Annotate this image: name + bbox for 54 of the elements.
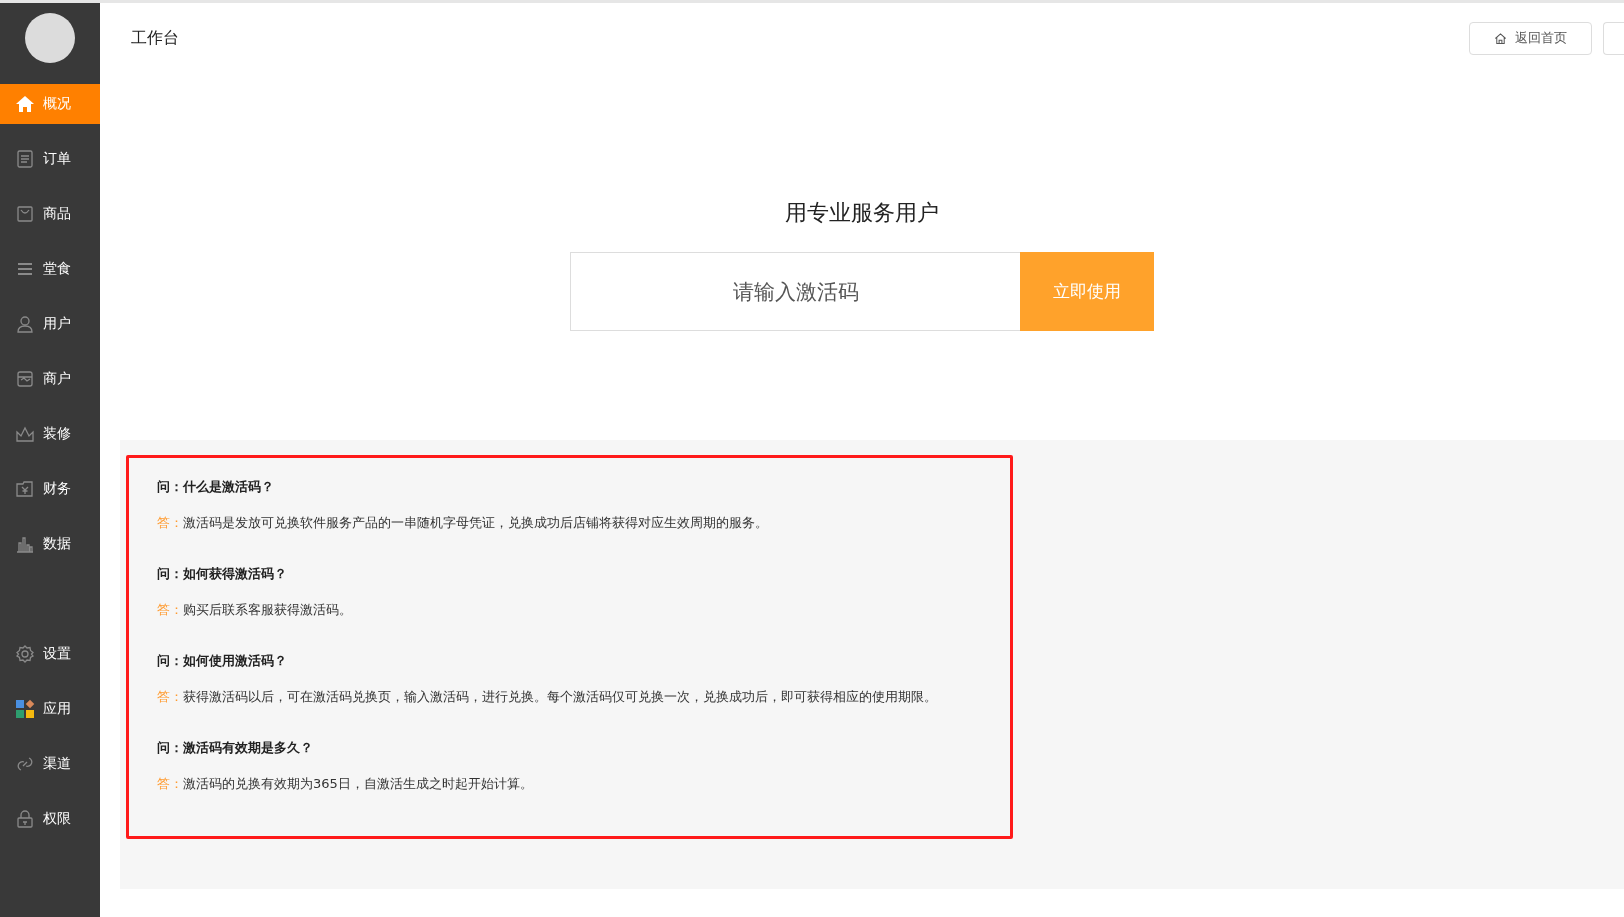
nav-item[interactable]: 财务	[0, 469, 100, 509]
nav-label: 堂食	[43, 260, 71, 278]
bag-icon	[15, 204, 35, 224]
header-button[interactable]	[1603, 21, 1624, 55]
nav-label: 设置	[43, 645, 71, 663]
home-icon	[15, 94, 35, 114]
nav-item[interactable]: 商户	[0, 359, 100, 399]
wallet-icon	[15, 479, 35, 499]
person-icon	[15, 314, 35, 334]
faq-question: 问：什么是激活码？	[157, 478, 275, 496]
faq-question: 问：如何使用激活码？	[157, 652, 288, 670]
nav-label: 用户	[43, 315, 71, 333]
home-icon	[1494, 31, 1507, 45]
document-icon	[15, 149, 35, 169]
faq-answer: 获得激活码以后，可在激活码兑换页，输入激活码，进行兑换。每个激活码仅可兑换一次，兑换成功后，即可获得相应的使用期限。	[183, 688, 937, 706]
nav-label: 财务	[43, 480, 71, 498]
nav-item[interactable]: 用户	[0, 304, 100, 344]
lock-icon	[15, 809, 35, 829]
avatar-placeholder	[25, 13, 75, 63]
faq-answer: 购买后联系客服获得激活码。	[183, 601, 352, 619]
nav-item[interactable]: 订单	[0, 139, 100, 179]
faq-question: 问：激活码有效期是多久？	[157, 739, 314, 757]
nav-item[interactable]: 装修	[0, 414, 100, 454]
nav-label: 商户	[43, 370, 71, 388]
apps-icon	[15, 699, 35, 719]
faq-question: 问：如何获得激活码？	[157, 565, 288, 583]
nav-label: 概况	[43, 95, 71, 113]
home-button[interactable]: 返回首页	[1469, 21, 1592, 55]
bar-chart-icon	[15, 534, 35, 554]
nav-label: 权限	[43, 810, 71, 828]
nav-item[interactable]: 数据	[0, 524, 100, 564]
faq-answer: 激活码的兑换有效期为365日，自激活生成之时起开始计算。	[183, 775, 533, 793]
nav-item[interactable]: 渠道	[0, 744, 100, 784]
nav-label: 应用	[43, 700, 71, 718]
nav-label: 数据	[43, 535, 71, 553]
section-heading: 用专业服务用户	[785, 199, 939, 227]
faq-answer: 激活码是发放可兑换软件服务产品的一串随机字母凭证，兑换成功后店铺将获得对应生效周期的服务。	[183, 514, 768, 532]
nav-label: 装修	[43, 425, 71, 443]
nav-label: 订单	[43, 150, 71, 168]
answer-label: 答：	[157, 775, 183, 793]
activation-code-field[interactable]: 请输入激活码	[570, 252, 1020, 331]
nav-label: 商品	[43, 205, 71, 223]
nav-item[interactable]: 应用	[0, 689, 100, 729]
page-title: 工作台	[131, 27, 179, 49]
settings-icon	[15, 644, 35, 664]
nav-item[interactable]: 权限	[0, 799, 100, 839]
nav-label: 渠道	[43, 755, 71, 773]
nav-item[interactable]: 堂食	[0, 249, 100, 289]
nav-item[interactable]: 商品	[0, 194, 100, 234]
answer-label: 答：	[157, 688, 183, 706]
answer-label: 答：	[157, 601, 183, 619]
answer-label: 答：	[157, 514, 183, 532]
nav-item[interactable]: 设置	[0, 634, 100, 674]
store-icon	[15, 369, 35, 389]
